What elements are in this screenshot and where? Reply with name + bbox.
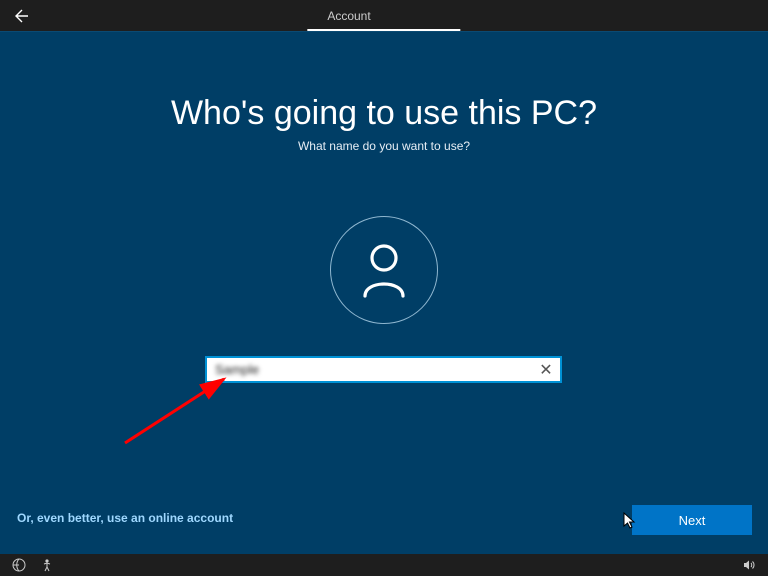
accessibility-icon	[40, 558, 54, 572]
next-button-label: Next	[679, 513, 706, 528]
arrow-left-icon	[12, 8, 28, 24]
user-icon	[359, 242, 409, 298]
next-button[interactable]: Next	[632, 505, 752, 535]
avatar	[330, 216, 438, 324]
annotation-arrow	[120, 373, 240, 453]
username-input[interactable]	[207, 358, 532, 381]
clear-input-button[interactable]: ✕	[532, 358, 560, 381]
volume-button[interactable]	[740, 556, 758, 574]
back-button[interactable]	[0, 0, 40, 31]
ease-of-access-button[interactable]	[10, 556, 28, 574]
page-title: Who's going to use this PC?	[0, 94, 768, 133]
use-online-account-link[interactable]: Or, even better, use an online account	[17, 511, 233, 525]
close-icon: ✕	[539, 360, 552, 380]
title-bar: Account	[0, 0, 768, 31]
divider	[0, 31, 768, 32]
accessibility-button[interactable]	[38, 556, 56, 574]
globe-icon	[12, 558, 26, 572]
tab-account[interactable]: Account	[307, 1, 460, 31]
page-subtitle: What name do you want to use?	[0, 139, 768, 153]
taskbar	[0, 554, 768, 576]
online-link-label: Or, even better, use an online account	[17, 511, 233, 525]
username-field-container: ✕	[205, 356, 562, 383]
tab-label: Account	[327, 9, 370, 23]
speaker-icon	[742, 558, 756, 572]
